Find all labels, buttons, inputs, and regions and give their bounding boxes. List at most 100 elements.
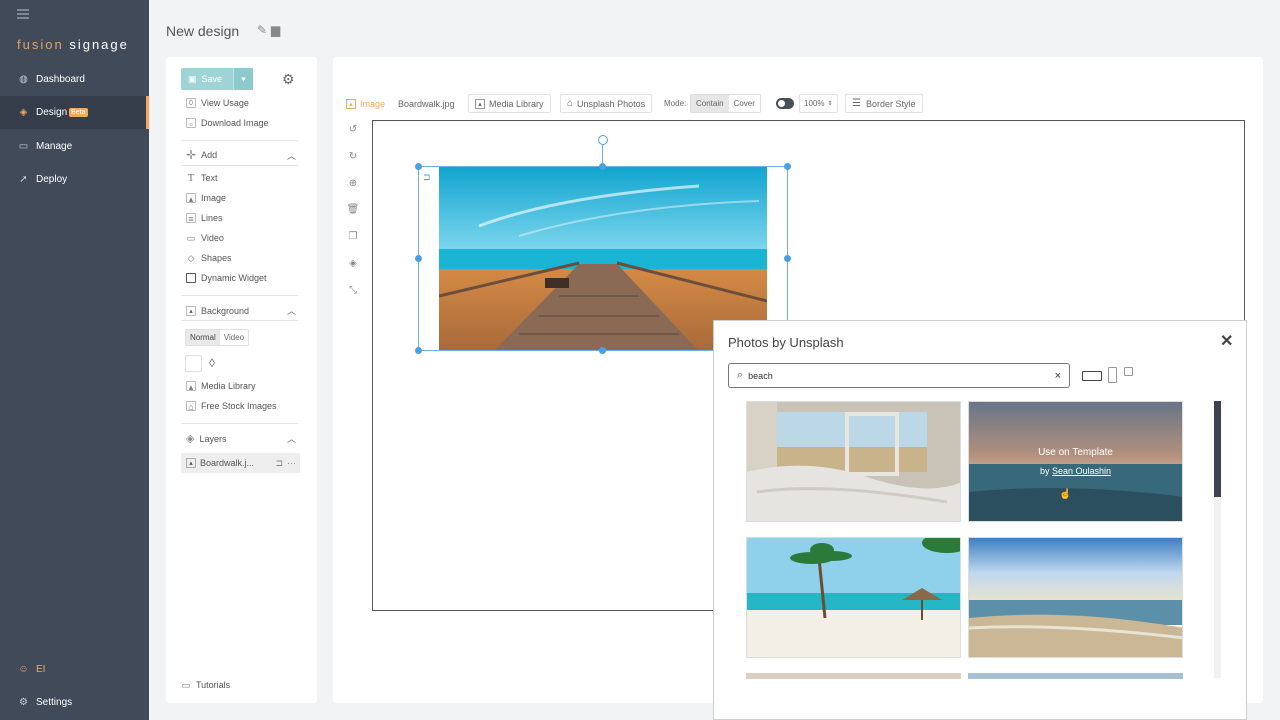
add-shapes[interactable]: ◇ Shapes bbox=[186, 253, 232, 263]
folder-icon[interactable]: ▆ bbox=[271, 23, 280, 37]
tab-normal[interactable]: Normal bbox=[186, 330, 220, 345]
photo-thumbnail[interactable]: Use on Template by Sean Oulashin bbox=[968, 401, 1183, 522]
close-icon[interactable]: ✕ bbox=[1220, 331, 1233, 351]
divider bbox=[181, 165, 298, 166]
add-dynamic-widget[interactable]: Dynamic Widget bbox=[186, 273, 267, 283]
resize-handle[interactable] bbox=[599, 347, 606, 354]
mode-cover-button[interactable]: Cover bbox=[729, 99, 760, 108]
trash-icon[interactable]: 🗑 bbox=[346, 203, 360, 217]
layer-item[interactable]: ▴ Boardwalk.j... ⊐ ⋯ bbox=[181, 453, 300, 473]
square-orientation-icon[interactable] bbox=[1124, 367, 1133, 376]
resize-handle[interactable] bbox=[415, 163, 422, 170]
photo-thumbnail[interactable] bbox=[968, 537, 1183, 658]
use-on-template-button[interactable]: Use on Template bbox=[1038, 447, 1113, 458]
chevron-up-icon[interactable]: ︿ bbox=[287, 149, 296, 162]
scrollbar-thumb[interactable] bbox=[1214, 401, 1221, 497]
sidebar-item-label: Deploy bbox=[36, 174, 68, 185]
gear-icon: ⚙ bbox=[19, 697, 28, 708]
sidebar-item-settings[interactable]: ⚙ Settings bbox=[0, 686, 149, 719]
opacity-stepper[interactable]: 100% ⇕ bbox=[799, 94, 838, 113]
border-style-button[interactable]: ☰ Border Style bbox=[845, 94, 923, 113]
tab-video[interactable]: Video bbox=[220, 330, 248, 345]
mode-contain-button[interactable]: Contain bbox=[691, 95, 729, 112]
chevron-up-icon[interactable]: ︿ bbox=[287, 432, 296, 445]
tutorials-link[interactable]: ▭ Tutorials bbox=[181, 680, 230, 690]
sidebar-item-deploy[interactable]: ➚ Deploy bbox=[0, 163, 149, 196]
media-library-link[interactable]: ▴ Media Library bbox=[186, 381, 256, 392]
widget-icon bbox=[186, 273, 196, 283]
unsplash-photos-button[interactable]: ⌂ Unsplash Photos bbox=[560, 94, 653, 113]
fit-screen-icon[interactable]: ⤡ bbox=[346, 284, 360, 298]
layers-icon: ◈ bbox=[186, 433, 195, 445]
divider bbox=[181, 423, 298, 424]
resize-handle[interactable] bbox=[415, 255, 422, 262]
layers-icon[interactable]: ◈ bbox=[346, 257, 360, 271]
plus-icon: ✛ bbox=[186, 148, 197, 162]
author-link[interactable]: Sean Oulashin bbox=[1052, 466, 1111, 476]
menu-icon[interactable] bbox=[17, 9, 29, 21]
view-usage-link[interactable]: 0 View Usage bbox=[186, 98, 249, 108]
layers-section-header[interactable]: ◈ Layers ︿ bbox=[186, 432, 296, 445]
free-stock-label: Free Stock Images bbox=[201, 401, 277, 411]
add-video[interactable]: ▭ Video bbox=[186, 233, 224, 243]
save-button[interactable]: ▣ Save ▾ bbox=[181, 68, 253, 90]
photo-thumbnail[interactable] bbox=[746, 537, 961, 658]
save-icon: ▣ bbox=[188, 73, 197, 84]
rotate-handle[interactable] bbox=[598, 135, 608, 145]
sidebar-item-manage[interactable]: ▭ Manage bbox=[0, 130, 149, 163]
user-menu[interactable]: ☺ EI bbox=[0, 653, 149, 686]
border-style-icon: ☰ bbox=[852, 98, 861, 109]
resize-handle[interactable] bbox=[599, 163, 606, 170]
add-section-header[interactable]: ✛ Add ︿ bbox=[186, 148, 296, 162]
background-type-tabs: Normal Video bbox=[185, 329, 250, 346]
duplicate-icon[interactable]: ❐ bbox=[346, 230, 360, 244]
unlock-icon[interactable]: ⊐ bbox=[423, 172, 431, 183]
resize-handle[interactable] bbox=[784, 255, 791, 262]
droplet-icon[interactable]: ◊ bbox=[209, 356, 215, 370]
resize-handle[interactable] bbox=[784, 163, 791, 170]
resize-handle[interactable] bbox=[415, 347, 422, 354]
search-input[interactable] bbox=[748, 370, 1029, 381]
media-library-button[interactable]: ▴ Media Library bbox=[468, 94, 551, 113]
save-dropdown-chevron-icon[interactable]: ▾ bbox=[233, 68, 253, 90]
gear-icon[interactable]: ⚙ bbox=[282, 71, 295, 88]
visibility-toggle[interactable] bbox=[776, 94, 794, 113]
photo-thumbnail-partial[interactable] bbox=[746, 673, 961, 679]
background-color-swatch[interactable] bbox=[185, 355, 202, 372]
save-label: Save bbox=[201, 74, 223, 84]
background-section-header[interactable]: ▴ Background ︿ bbox=[186, 304, 296, 317]
more-icon[interactable]: ⋯ bbox=[287, 458, 296, 469]
image-icon: ▴ bbox=[475, 98, 485, 109]
clear-search-icon[interactable]: × bbox=[1055, 370, 1061, 382]
add-lines[interactable]: ≡ Lines bbox=[186, 213, 223, 224]
download-image-link[interactable]: ▫ Download Image bbox=[186, 118, 269, 129]
unsplash-label: Unsplash Photos bbox=[577, 98, 646, 109]
undo-icon[interactable]: ↺ bbox=[346, 123, 360, 137]
unlock-icon[interactable]: ⊐ bbox=[275, 458, 283, 469]
sidebar-item-design[interactable]: ◈ Design Beta bbox=[0, 96, 149, 129]
logo: fusion signage bbox=[17, 37, 129, 52]
mouse-cursor: ☝ bbox=[1059, 489, 1072, 500]
image-icon: ▴ bbox=[186, 305, 196, 316]
sidebar-item-label: Dashboard bbox=[36, 74, 85, 85]
search-field[interactable]: ⌕ × bbox=[728, 363, 1070, 388]
free-stock-images-link[interactable]: ⌂ Free Stock Images bbox=[186, 401, 277, 412]
add-image[interactable]: ▴ Image bbox=[186, 193, 226, 204]
by-label: by bbox=[1039, 466, 1050, 476]
add-item-label: Video bbox=[201, 233, 224, 243]
add-text[interactable]: T Text bbox=[186, 173, 218, 184]
beta-badge: Beta bbox=[69, 108, 88, 117]
stepper-arrows-icon[interactable]: ⇕ bbox=[827, 100, 832, 107]
photo-thumbnail-partial[interactable] bbox=[968, 673, 1183, 679]
portrait-orientation-icon[interactable] bbox=[1108, 367, 1117, 383]
zoom-icon[interactable]: ⊕ bbox=[346, 177, 360, 191]
modal-title: Photos by Unsplash bbox=[728, 335, 844, 350]
chevron-up-icon[interactable]: ︿ bbox=[287, 304, 296, 317]
redo-icon[interactable]: ↻ bbox=[346, 150, 360, 164]
landscape-orientation-icon[interactable] bbox=[1082, 371, 1102, 381]
edit-pencil-icon[interactable]: ✎ bbox=[257, 23, 267, 37]
sidebar-item-dashboard[interactable]: ◍ Dashboard bbox=[0, 63, 149, 96]
photo-thumbnail[interactable] bbox=[746, 401, 961, 522]
view-usage-label: View Usage bbox=[201, 98, 249, 108]
unsplash-icon: ⌂ bbox=[567, 98, 574, 109]
